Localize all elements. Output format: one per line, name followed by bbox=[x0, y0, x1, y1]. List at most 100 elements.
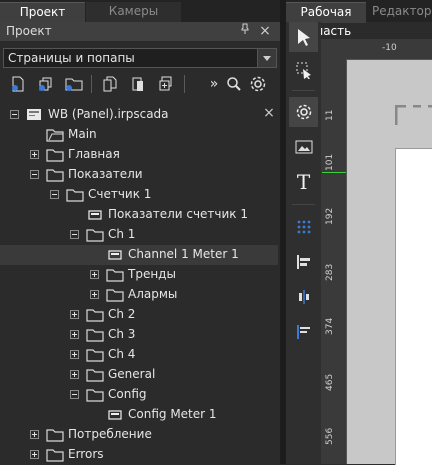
text-tool-icon[interactable]: T bbox=[289, 167, 318, 197]
tree-item[interactable]: Config Meter 1 bbox=[0, 405, 278, 425]
tree-item-label: Ch 4 bbox=[108, 347, 136, 361]
folder-icon bbox=[106, 268, 124, 282]
expand-icon[interactable] bbox=[70, 310, 79, 319]
tree-item[interactable]: General bbox=[0, 365, 278, 385]
folder-icon bbox=[86, 348, 104, 362]
tree-item[interactable]: Показатели bbox=[0, 165, 278, 185]
collapse-icon[interactable] bbox=[70, 230, 79, 239]
expand-icon[interactable] bbox=[70, 330, 79, 339]
expand-icon[interactable] bbox=[30, 150, 39, 159]
left-tab-bar: Проект Камеры bbox=[0, 0, 280, 23]
expand-icon[interactable] bbox=[70, 370, 79, 379]
page-icon bbox=[106, 408, 124, 422]
project-root-icon bbox=[26, 108, 44, 122]
tree-item-label: Потребление bbox=[68, 427, 152, 441]
right-tab-bar: Рабочая область Редактор bbox=[286, 0, 432, 38]
tree-item[interactable]: Ch 1 bbox=[0, 225, 278, 245]
pin-icon[interactable] bbox=[238, 23, 252, 39]
folder-icon bbox=[86, 308, 104, 322]
new-page-icon[interactable] bbox=[8, 74, 28, 94]
tree-item-label: Config bbox=[108, 387, 147, 401]
duplicate-icon[interactable] bbox=[156, 74, 176, 94]
ruler-label: 11 bbox=[325, 109, 335, 121]
toolbar-separator bbox=[292, 204, 315, 205]
search-icon[interactable] bbox=[224, 74, 244, 94]
toolbar-separator bbox=[91, 75, 92, 93]
page-icon bbox=[86, 208, 104, 222]
more-icon[interactable]: » bbox=[204, 74, 224, 94]
new-folder-icon[interactable] bbox=[64, 74, 84, 94]
tree-item[interactable]: Ch 3 bbox=[0, 325, 278, 345]
tree-item-label: Показатели bbox=[68, 167, 143, 181]
chevron-down-icon[interactable] bbox=[257, 49, 276, 67]
horizontal-ruler: -10 bbox=[346, 39, 432, 60]
paste-icon[interactable] bbox=[128, 74, 148, 94]
tab-workspace[interactable]: Рабочая область bbox=[286, 2, 366, 38]
tree-item[interactable]: Config bbox=[0, 385, 278, 405]
folder-icon bbox=[86, 368, 104, 382]
tree-item[interactable]: Ch 4 bbox=[0, 345, 278, 365]
tools-toolbar: T bbox=[286, 22, 321, 464]
copy-icon[interactable] bbox=[100, 74, 120, 94]
ruler-label: 465 bbox=[325, 373, 335, 391]
folder-open-icon bbox=[46, 128, 64, 142]
vertical-ruler: 11 101 192 283 374 465 556 bbox=[321, 59, 347, 464]
new-popup-icon[interactable] bbox=[36, 74, 56, 94]
tab-cameras[interactable]: Камеры bbox=[86, 2, 181, 22]
tree-item[interactable]: Main bbox=[0, 125, 278, 145]
tree-item[interactable]: Channel 1 Meter 1 bbox=[0, 245, 278, 265]
tree-item[interactable]: Тренды bbox=[0, 265, 278, 285]
folder-icon bbox=[46, 168, 64, 182]
tree-item[interactable]: Ch 2 bbox=[0, 305, 278, 325]
tree-item-label: Ch 1 bbox=[108, 227, 136, 241]
tree-item[interactable]: WB (Panel).irpscada bbox=[0, 105, 278, 125]
expand-icon[interactable] bbox=[30, 450, 39, 459]
page-preview[interactable] bbox=[395, 148, 432, 465]
expand-icon[interactable] bbox=[30, 430, 39, 439]
align-center-icon[interactable] bbox=[289, 282, 318, 312]
panel-title: Проект bbox=[6, 24, 52, 38]
area-select-tool-icon[interactable] bbox=[289, 55, 318, 85]
collapse-icon[interactable] bbox=[10, 110, 19, 119]
panel-close-icon[interactable]: × bbox=[258, 23, 272, 39]
view-selector-dropdown[interactable]: Страницы и попапы bbox=[3, 48, 277, 68]
expand-icon[interactable] bbox=[70, 350, 79, 359]
folder-icon bbox=[86, 388, 104, 402]
collapse-icon[interactable] bbox=[50, 190, 59, 199]
gear-icon[interactable] bbox=[248, 74, 268, 94]
tree-item-label: Main bbox=[68, 127, 97, 141]
tree-item[interactable]: Потребление bbox=[0, 425, 278, 445]
tab-project[interactable]: Проект bbox=[0, 2, 85, 23]
pointer-tool-icon[interactable] bbox=[289, 22, 318, 52]
folder-icon bbox=[46, 428, 64, 442]
ruler-label: 192 bbox=[325, 207, 335, 225]
collapse-icon[interactable] bbox=[70, 390, 79, 399]
ruler-label: 374 bbox=[325, 317, 335, 335]
toolbar-separator bbox=[292, 90, 315, 91]
tree-item-label: Главная bbox=[68, 147, 120, 161]
expand-icon[interactable] bbox=[90, 270, 99, 279]
tree-item[interactable]: Алармы bbox=[0, 285, 278, 305]
ruler-label: 283 bbox=[325, 263, 335, 281]
view-selector-value: Страницы и попапы bbox=[8, 51, 135, 65]
ruler-corner bbox=[321, 39, 346, 59]
folder-icon bbox=[86, 328, 104, 342]
collapse-icon[interactable] bbox=[30, 170, 39, 179]
tree-item-label: Config Meter 1 bbox=[128, 407, 217, 421]
tree-item[interactable]: Errors bbox=[0, 445, 278, 465]
folder-icon bbox=[46, 448, 64, 462]
settings-gear-icon[interactable] bbox=[289, 97, 318, 127]
tree-item[interactable]: Главная bbox=[0, 145, 278, 165]
tree-item-label: General bbox=[108, 367, 156, 381]
tree-item-label: Channel 1 Meter 1 bbox=[128, 247, 239, 261]
align-top-left-icon[interactable] bbox=[289, 317, 318, 347]
align-left-icon[interactable] bbox=[289, 247, 318, 277]
page-bounds-marker bbox=[395, 105, 432, 125]
page-icon bbox=[106, 248, 124, 262]
tree-item[interactable]: Счетчик 1 bbox=[0, 185, 278, 205]
tab-editor[interactable]: Редактор bbox=[368, 2, 432, 22]
tree-item[interactable]: Показатели счетчик 1 bbox=[0, 205, 278, 225]
expand-icon[interactable] bbox=[90, 290, 99, 299]
grid-tool-icon[interactable] bbox=[289, 212, 318, 242]
image-tool-icon[interactable] bbox=[289, 132, 318, 162]
